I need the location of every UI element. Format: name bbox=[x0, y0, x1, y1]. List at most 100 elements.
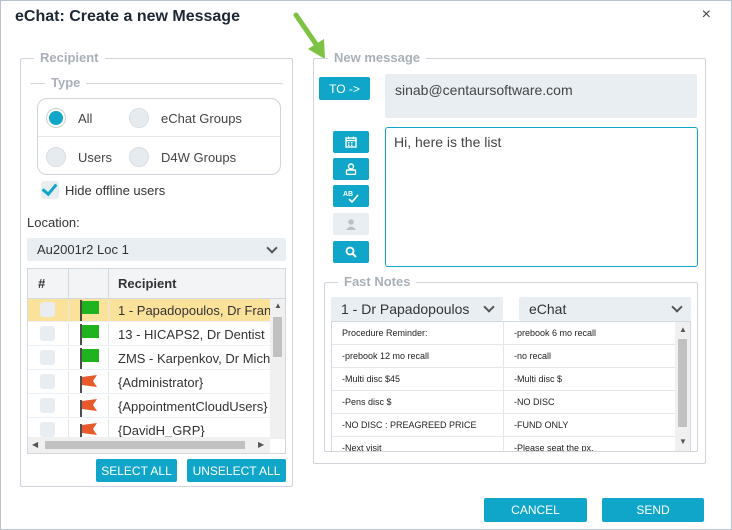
table-row[interactable]: 1 - Papadopoulos, Dr Frank bbox=[28, 299, 270, 322]
radio-all-label: All bbox=[78, 110, 93, 126]
fast-note-item[interactable]: -Please seat the px. bbox=[503, 437, 674, 451]
calendar-icon bbox=[345, 136, 357, 148]
user-icon bbox=[346, 219, 356, 230]
search-icon bbox=[345, 246, 357, 258]
online-flag-icon bbox=[80, 300, 99, 321]
fast-note-item[interactable]: -prebook 12 mo recall bbox=[332, 345, 503, 367]
list-item: Procedure Reminder: -prebook 6 mo recall bbox=[332, 322, 675, 345]
scroll-down-icon[interactable]: ▼ bbox=[679, 438, 687, 446]
recipient-name: {Administrator} bbox=[118, 374, 204, 390]
col-divider bbox=[108, 395, 109, 417]
spellcheck-button[interactable]: AB bbox=[333, 185, 369, 207]
recipient-name: 13 - HICAPS2, Dr Dentist bbox=[118, 326, 265, 342]
scroll-thumb[interactable] bbox=[678, 339, 687, 427]
scroll-up-icon[interactable]: ▲ bbox=[274, 302, 282, 310]
spellcheck-icon: AB bbox=[343, 191, 359, 203]
radio-echat-groups[interactable]: eChat Groups bbox=[129, 108, 242, 128]
online-flag-icon bbox=[80, 324, 99, 345]
fast-note-item[interactable]: -Next visit bbox=[332, 437, 503, 451]
to-button[interactable]: TO -> bbox=[319, 77, 370, 100]
col-divider bbox=[108, 347, 109, 369]
hscroll-thumb[interactable] bbox=[45, 441, 245, 449]
insert-date-button[interactable] bbox=[333, 131, 369, 153]
row-checkbox[interactable] bbox=[40, 374, 55, 389]
fast-note-item[interactable]: -Multi disc $ bbox=[503, 368, 674, 390]
hide-offline-check-icon[interactable] bbox=[41, 181, 59, 199]
row-checkbox[interactable] bbox=[40, 350, 55, 365]
fast-note-item[interactable]: -prebook 6 mo recall bbox=[503, 322, 674, 344]
row-checkbox[interactable] bbox=[40, 422, 55, 437]
online-flag-icon bbox=[80, 348, 99, 369]
radio-users-label: Users bbox=[78, 149, 112, 165]
table-row[interactable]: {AppointmentCloudUsers} bbox=[28, 395, 270, 418]
location-select[interactable]: Au2001r2 Loc 1 bbox=[27, 238, 286, 261]
hide-offline-label: Hide offline users bbox=[65, 182, 166, 198]
col-recipient[interactable]: Recipient bbox=[118, 269, 177, 298]
list-item: -prebook 12 mo recall -no recall bbox=[332, 345, 675, 368]
radio-all[interactable]: All bbox=[46, 108, 92, 128]
fast-note-item[interactable]: -Multi disc $45 bbox=[332, 368, 503, 390]
row-checkbox[interactable] bbox=[40, 302, 55, 317]
recipient-grid: # Recipient 1 - Papadopoulos, Dr Frank 13… bbox=[27, 268, 286, 454]
fast-note-item[interactable]: -Pens disc $ bbox=[332, 391, 503, 413]
radio-all-indicator[interactable] bbox=[46, 108, 66, 128]
recipient-legend: Recipient bbox=[34, 50, 105, 65]
insert-user-button[interactable] bbox=[333, 213, 369, 235]
location-value: Au2001r2 Loc 1 bbox=[37, 242, 129, 257]
radio-echat-groups-label: eChat Groups bbox=[161, 110, 242, 126]
scroll-thumb[interactable] bbox=[273, 317, 282, 357]
radio-users[interactable]: Users bbox=[46, 147, 112, 167]
notes-vscrollbar[interactable]: ▲ ▼ bbox=[675, 322, 690, 451]
provider-value: 1 - Dr Papadopoulos bbox=[341, 301, 470, 317]
select-all-button[interactable]: SELECT ALL bbox=[96, 459, 177, 482]
fast-notes-legend: Fast Notes bbox=[338, 274, 417, 289]
col-hash[interactable]: # bbox=[38, 269, 45, 298]
col-divider bbox=[68, 347, 69, 369]
recipient-name: ZMS - Karpenkov, Dr Michael bbox=[118, 350, 270, 366]
grid-hscrollbar[interactable]: ◀ ▶ bbox=[28, 437, 270, 453]
cancel-button[interactable]: CANCEL bbox=[484, 498, 587, 522]
row-checkbox[interactable] bbox=[40, 326, 55, 341]
to-field[interactable]: sinab@centaursoftware.com bbox=[385, 74, 697, 118]
unselect-all-button[interactable]: UNSELECT ALL bbox=[187, 459, 286, 482]
list-item: -Multi disc $45 -Multi disc $ bbox=[332, 368, 675, 391]
fast-note-item[interactable]: -no recall bbox=[503, 345, 674, 367]
fast-note-item[interactable]: -NO DISC bbox=[503, 391, 674, 413]
table-row[interactable]: ZMS - Karpenkov, Dr Michael bbox=[28, 347, 270, 370]
table-row[interactable]: 13 - HICAPS2, Dr Dentist bbox=[28, 323, 270, 346]
fast-note-item[interactable]: Procedure Reminder: bbox=[332, 322, 503, 344]
table-row[interactable]: {Administrator} bbox=[28, 371, 270, 394]
channel-select[interactable]: eChat bbox=[519, 297, 691, 321]
radio-users-indicator[interactable] bbox=[46, 147, 66, 167]
radio-echat-groups-indicator[interactable] bbox=[129, 108, 149, 128]
type-legend: Type bbox=[45, 75, 87, 90]
recipient-name: {AppointmentCloudUsers} bbox=[118, 398, 268, 414]
list-item: -Next visit -Please seat the px. bbox=[332, 437, 675, 451]
grid-header: # Recipient bbox=[28, 269, 285, 299]
message-body-input[interactable]: Hi, here is the list bbox=[385, 127, 698, 267]
hide-offline-checkbox[interactable]: Hide offline users bbox=[41, 181, 165, 199]
radio-d4w-groups[interactable]: D4W Groups bbox=[129, 147, 236, 167]
radio-d4w-groups-indicator[interactable] bbox=[129, 147, 149, 167]
col-divider bbox=[108, 269, 109, 299]
recipient-name: 1 - Papadopoulos, Dr Frank bbox=[118, 302, 270, 318]
chevron-down-icon bbox=[266, 242, 278, 254]
search-button[interactable] bbox=[333, 241, 369, 263]
channel-value: eChat bbox=[529, 301, 567, 317]
dialog-title: eChat: Create a new Message bbox=[15, 8, 240, 25]
fast-note-item[interactable]: -FUND ONLY bbox=[503, 414, 674, 436]
row-checkbox[interactable] bbox=[40, 398, 55, 413]
scroll-left-icon[interactable]: ◀ bbox=[32, 441, 38, 449]
scroll-up-icon[interactable]: ▲ bbox=[679, 326, 687, 334]
send-button[interactable]: SEND bbox=[602, 498, 704, 522]
grid-vscrollbar[interactable]: ▲ bbox=[270, 299, 285, 439]
location-label: Location: bbox=[27, 215, 80, 230]
provider-select[interactable]: 1 - Dr Papadopoulos bbox=[331, 297, 503, 321]
group-flag-icon bbox=[80, 399, 97, 417]
close-icon[interactable]: × bbox=[702, 6, 711, 24]
fast-notes-table: Procedure Reminder: -prebook 6 mo recall -… bbox=[331, 321, 691, 452]
insert-patient-button[interactable] bbox=[333, 158, 369, 180]
fast-note-item[interactable]: -NO DISC : PREAGREED PRICE bbox=[332, 414, 503, 436]
chevron-down-icon bbox=[483, 301, 495, 313]
scroll-right-icon[interactable]: ▶ bbox=[258, 441, 264, 449]
